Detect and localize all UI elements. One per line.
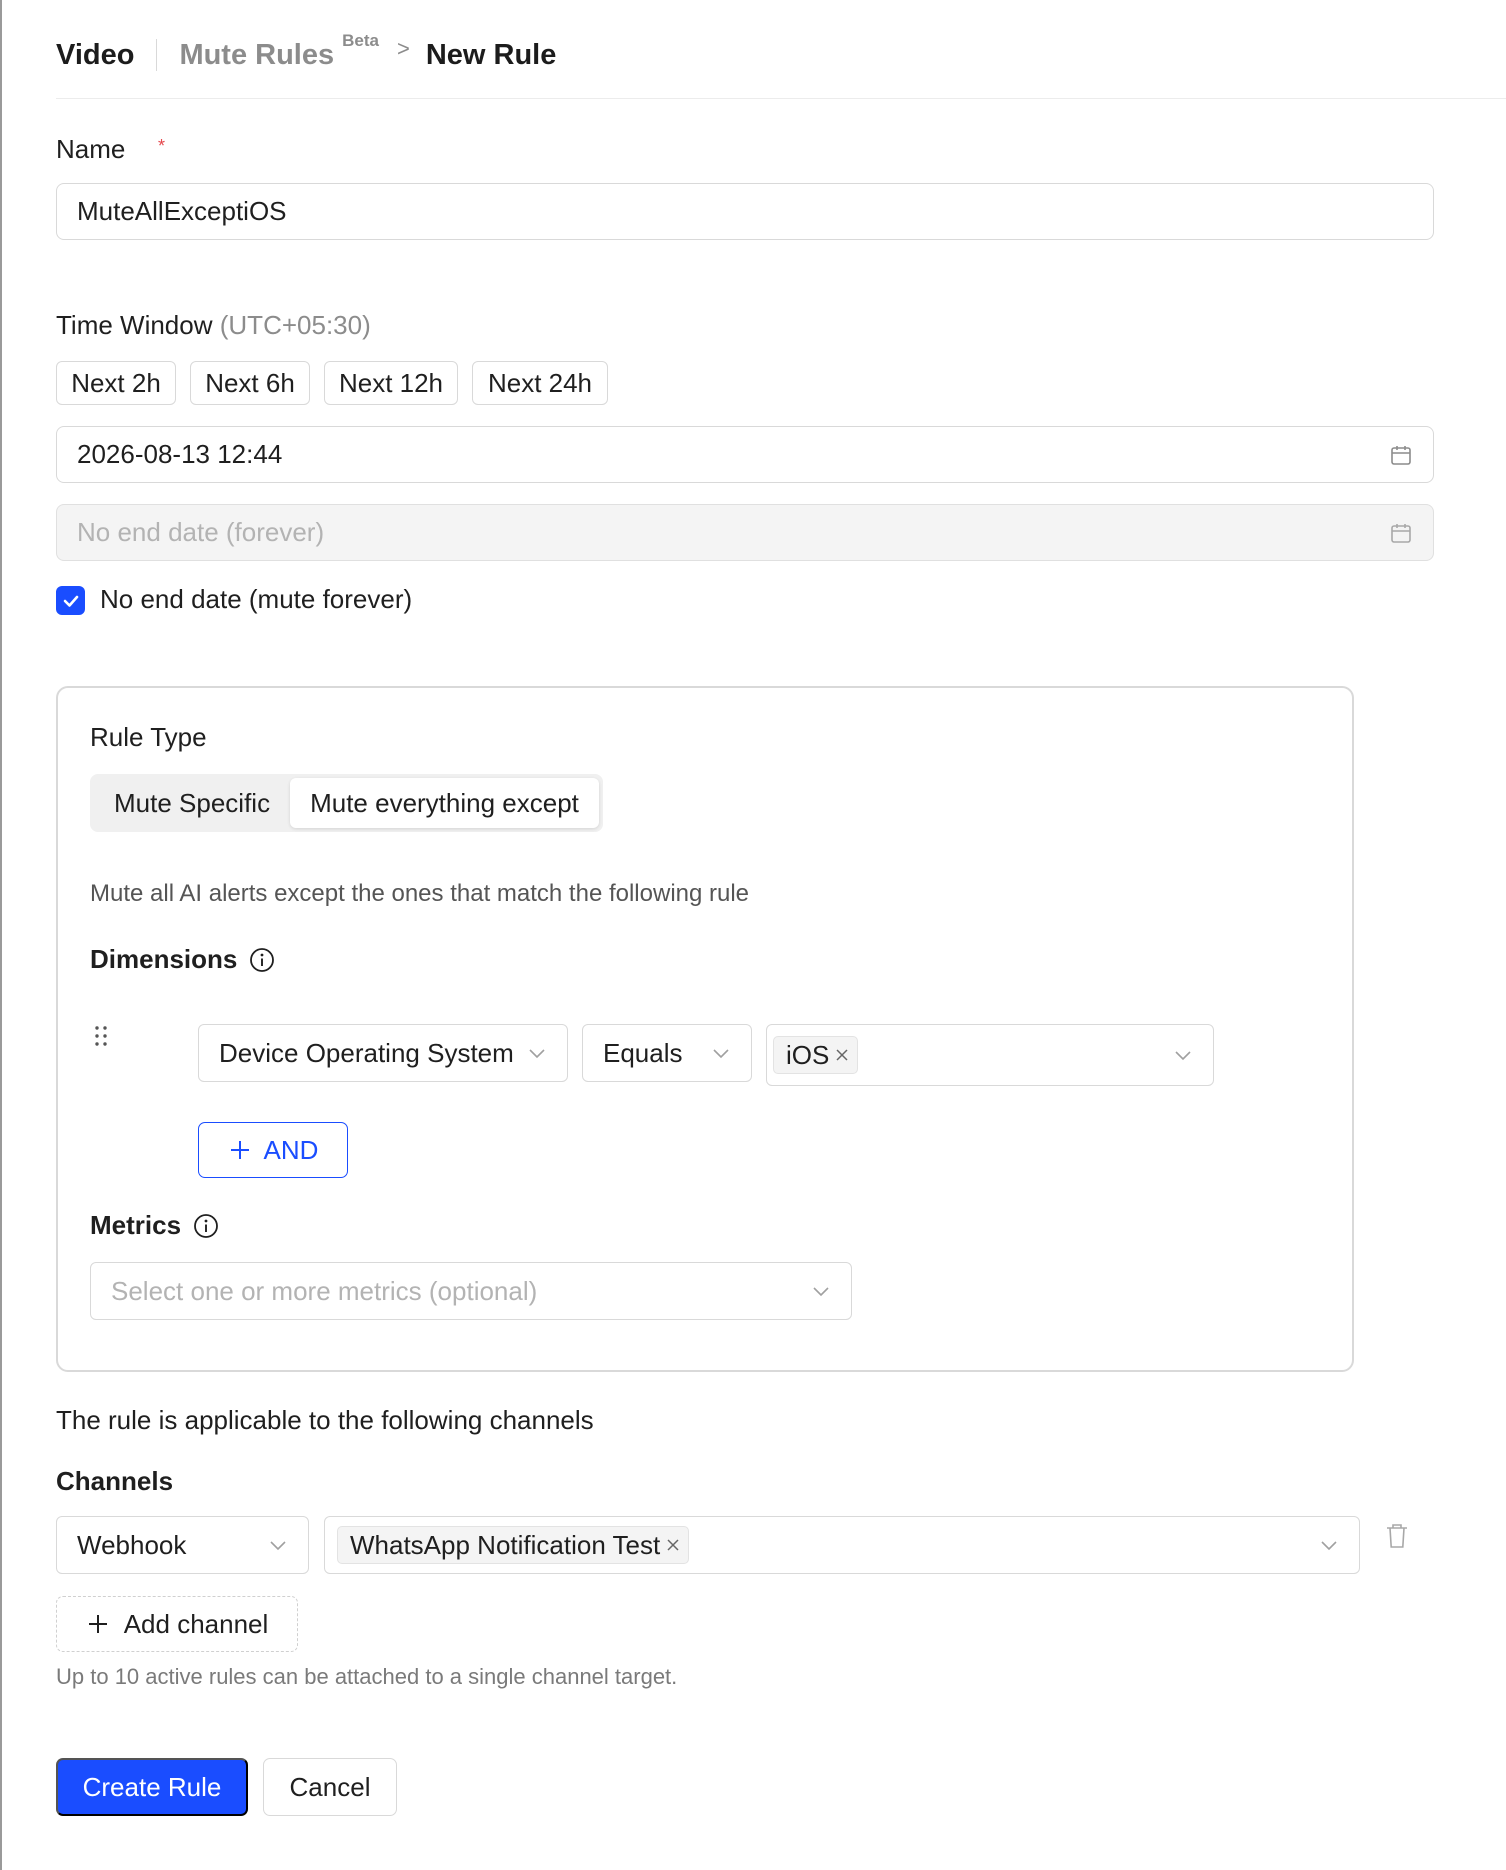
quick-range-next-24h[interactable]: Next 24h [472,361,608,405]
channel-type-value: Webhook [77,1529,187,1560]
breadcrumb-separator: > [396,36,410,61]
beta-badge: Beta [342,31,379,50]
info-icon[interactable] [193,1213,219,1239]
rule-type-mute-specific[interactable]: Mute Specific [94,778,290,828]
dimensions-label: Dimensions [90,944,238,974]
plus-icon [230,1141,249,1159]
metrics-select[interactable]: Select one or more metrics (optional) [90,1262,852,1320]
chevron-down-icon [1319,1535,1339,1555]
channels-intro: The rule is applicable to the following … [56,1405,594,1435]
remove-tag-icon[interactable] [666,1538,680,1552]
chevron-down-icon [811,1281,831,1301]
chevron-down-icon [268,1535,288,1555]
time-window-title: Time Window [56,310,213,340]
rule-type-toggle: Mute Specific Mute everything except [90,774,603,832]
channel-targets-select[interactable]: WhatsApp Notification Test [324,1516,1360,1574]
remove-tag-icon[interactable] [835,1048,849,1062]
start-date-input[interactable]: 2026-08-13 12:44 [56,426,1434,483]
dimension-operator-select[interactable]: Equals [582,1024,752,1082]
add-channel-button[interactable]: Add channel [56,1596,298,1652]
plus-icon [88,1615,107,1633]
info-icon[interactable] [249,947,275,973]
metrics-placeholder: Select one or more metrics (optional) [111,1275,538,1306]
breadcrumb-mute-rules[interactable]: Mute Rules [179,39,334,72]
app-title: Video [56,38,135,71]
no-end-date-checkbox[interactable] [56,586,85,615]
header-divider-line [56,98,1506,99]
page-header: Video Mute Rules Beta > New Rule [56,30,556,80]
rule-panel: Rule Type Mute Specific Mute everything … [56,686,1354,1372]
channel-type-select[interactable]: Webhook [56,1516,309,1574]
time-window-label: Time Window (UTC+05:30) [56,310,371,341]
delete-channel-icon[interactable] [1384,1522,1410,1555]
end-date-placeholder: No end date (forever) [77,517,325,547]
quick-range-next-6h[interactable]: Next 6h [190,361,310,405]
checkmark-icon [63,595,78,607]
chevron-down-icon [527,1043,547,1063]
dimension-field-value: Device Operating System [219,1037,514,1068]
calendar-icon[interactable] [1389,443,1413,467]
quick-range-next-2h[interactable]: Next 2h [56,361,176,405]
drag-handle-icon[interactable] [92,1024,110,1053]
create-rule-button[interactable]: Create Rule [56,1758,248,1816]
quick-range-next-12h[interactable]: Next 12h [324,361,458,405]
dimension-value-tag: iOS [773,1036,859,1074]
no-end-date-label[interactable]: No end date (mute forever) [100,584,412,615]
required-mark: * [158,136,166,156]
name-input[interactable]: MuteAllExceptiOS [56,183,1434,240]
end-date-input: No end date (forever) [56,504,1434,561]
channel-target-tag: WhatsApp Notification Test [337,1526,690,1564]
add-channel-label: Add channel [123,1608,269,1639]
chevron-down-icon [711,1043,731,1063]
dimension-operator-value: Equals [603,1037,683,1068]
channel-limit-note: Up to 10 active rules can be attached to… [56,1664,678,1689]
add-and-condition-button[interactable]: AND [198,1122,348,1178]
start-date-value: 2026-08-13 12:44 [77,439,283,469]
channel-target-tag-label: WhatsApp Notification Test [350,1529,661,1560]
channels-label: Channels [56,1466,174,1496]
dimensions-heading: Dimensions [90,944,275,975]
dimension-value-tag-label: iOS [786,1039,830,1070]
name-input-value: MuteAllExceptiOS [77,196,287,226]
timezone-label: (UTC+05:30) [219,310,371,340]
cancel-button[interactable]: Cancel [263,1758,397,1816]
name-label: Name [56,134,126,164]
and-button-label: AND [263,1134,319,1165]
rule-description: Mute all AI alerts except the ones that … [90,880,750,907]
page-title: New Rule [425,38,557,71]
rule-type-mute-everything-except[interactable]: Mute everything except [290,778,599,828]
metrics-label: Metrics [90,1210,182,1240]
rule-type-label: Rule Type [90,722,207,752]
dimension-values-select[interactable]: iOS [766,1024,1214,1086]
window-edge [0,0,2,1870]
metrics-heading: Metrics [90,1210,219,1241]
calendar-icon [1389,521,1413,545]
header-divider [156,39,158,71]
chevron-down-icon [1173,1045,1193,1065]
dimension-field-select[interactable]: Device Operating System [198,1024,568,1082]
